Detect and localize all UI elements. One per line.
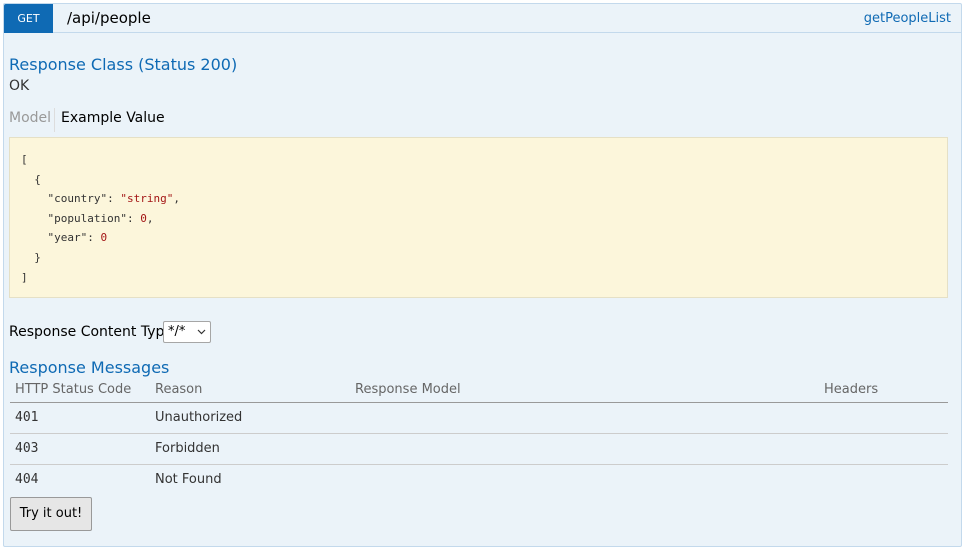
- response-class-status: OK: [9, 78, 30, 94]
- json-open-bracket: [: [21, 153, 28, 166]
- response-messages-table: HTTP Status Code Reason Response Model H…: [10, 381, 948, 495]
- status-code-cell: 401: [10, 402, 150, 434]
- tab-model[interactable]: Model: [9, 110, 51, 126]
- tab-example-value[interactable]: Example Value: [61, 110, 165, 126]
- reason-cell: Unauthorized: [150, 402, 350, 434]
- json-key: "year": [47, 231, 88, 245]
- response-messages-heading: Response Messages: [9, 358, 170, 377]
- json-key: "population": [47, 211, 127, 225]
- headers-cell: [819, 464, 948, 495]
- tab-divider: [54, 108, 55, 132]
- column-header: Headers: [819, 381, 948, 403]
- json-value: 0: [100, 231, 108, 245]
- response-model-cell: [350, 464, 819, 495]
- column-header: Reason: [150, 381, 350, 403]
- example-json: [ { "country": "string", "population": 0…: [21, 153, 180, 284]
- reason-cell: Forbidden: [150, 433, 350, 465]
- table-header-row: HTTP Status Code Reason Response Model H…: [10, 381, 948, 403]
- chevron-down-icon: [197, 322, 206, 350]
- endpoint-path[interactable]: /api/people: [67, 9, 151, 27]
- table-row: 403 Forbidden: [10, 433, 948, 465]
- example-value-snippet[interactable]: [ { "country": "string", "population": 0…: [9, 137, 948, 298]
- headers-cell: [819, 402, 948, 434]
- http-method-badge[interactable]: GET: [4, 4, 53, 33]
- column-header: Response Model: [350, 381, 819, 403]
- json-value: "string": [120, 192, 174, 206]
- json-close-bracket: ]: [21, 270, 28, 284]
- json-open-brace: {: [34, 172, 41, 186]
- reason-cell: Not Found: [155, 472, 222, 488]
- table-row: 404 Not Found: [10, 464, 948, 495]
- json-value: 0: [140, 211, 147, 225]
- status-code-cell: 404: [15, 472, 39, 488]
- operation-nickname-link[interactable]: getPeopleList: [864, 11, 951, 26]
- response-model-cell: [350, 402, 819, 434]
- json-key: "country": [47, 192, 108, 206]
- operation-heading[interactable]: GET /api/people getPeopleList: [4, 4, 961, 33]
- response-model-cell: [350, 433, 819, 465]
- headers-cell: [819, 433, 948, 465]
- try-it-out-button[interactable]: Try it out!: [10, 497, 92, 531]
- content-type-select[interactable]: */*: [163, 321, 211, 343]
- column-header: HTTP Status Code: [10, 381, 150, 403]
- content-type-label: Response Content Type: [9, 324, 173, 340]
- response-class-heading: Response Class (Status 200): [9, 55, 238, 74]
- status-code-cell: 403: [10, 433, 150, 465]
- content-type-value: */*: [168, 324, 186, 339]
- json-close-brace: }: [34, 250, 41, 264]
- table-row: 401 Unauthorized: [10, 402, 948, 434]
